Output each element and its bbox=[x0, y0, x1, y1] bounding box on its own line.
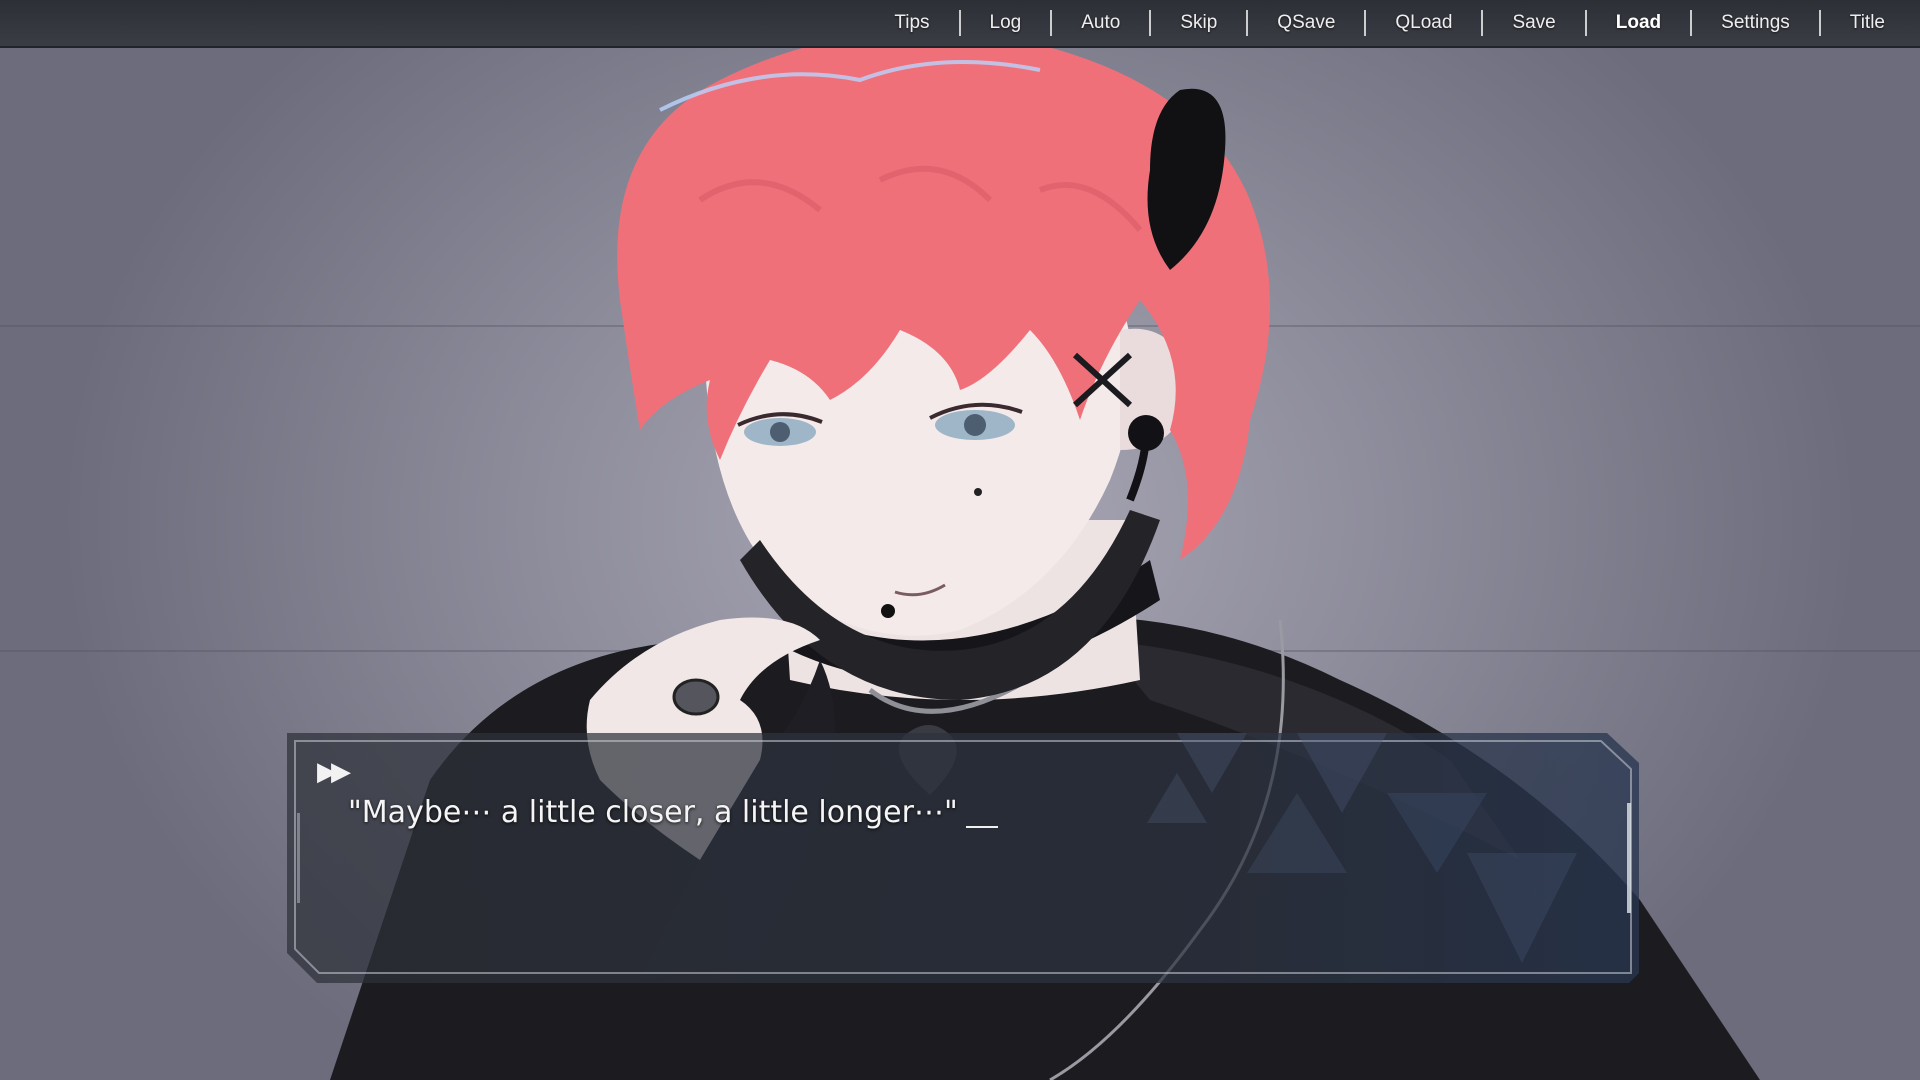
left-pupil bbox=[770, 422, 790, 442]
menu-divider bbox=[1690, 10, 1693, 36]
menu-qsave-button[interactable]: QSave bbox=[1248, 10, 1364, 36]
dialogue-text: "Maybe⋯ a little closer, a little longer… bbox=[348, 795, 958, 830]
frame-accent-left bbox=[297, 813, 300, 903]
right-pupil bbox=[964, 414, 986, 436]
dialogue-box[interactable]: ▶▶ "Maybe⋯ a little closer, a little lon… bbox=[287, 733, 1642, 983]
menu-load-button[interactable]: Load bbox=[1587, 10, 1690, 36]
menu-save-button[interactable]: Save bbox=[1483, 10, 1584, 36]
menu-divider bbox=[1149, 10, 1152, 36]
frame-accent-right bbox=[1627, 803, 1631, 913]
game-scene[interactable]: Tips Log Auto Skip QSave QLoad Save Load… bbox=[0, 0, 1920, 1080]
beauty-mark bbox=[974, 488, 982, 496]
menu-divider bbox=[1584, 10, 1587, 36]
menu-qload-button[interactable]: QLoad bbox=[1366, 10, 1481, 36]
menu-divider bbox=[1364, 10, 1367, 36]
menu-settings-button[interactable]: Settings bbox=[1692, 10, 1819, 36]
menu-divider bbox=[1050, 10, 1053, 36]
menu-divider bbox=[1818, 10, 1821, 36]
menu-divider bbox=[958, 10, 961, 36]
menu-title-button[interactable]: Title bbox=[1821, 10, 1914, 36]
menu-divider bbox=[1481, 10, 1484, 36]
menu-divider bbox=[1246, 10, 1249, 36]
dialogue-frame bbox=[287, 733, 1639, 983]
ring bbox=[672, 678, 720, 716]
menu-skip-button[interactable]: Skip bbox=[1151, 10, 1246, 36]
text-cursor-icon bbox=[965, 826, 998, 828]
menu-log-button[interactable]: Log bbox=[961, 10, 1051, 36]
quick-menu-bar: Tips Log Auto Skip QSave QLoad Save Load… bbox=[0, 0, 1920, 48]
fast-forward-icon[interactable]: ▶▶ bbox=[317, 758, 351, 786]
menu-tips-button[interactable]: Tips bbox=[865, 10, 958, 36]
menu-auto-button[interactable]: Auto bbox=[1052, 10, 1149, 36]
lip-piercing bbox=[881, 604, 895, 618]
dialogue-line: "Maybe⋯ a little closer, a little longer… bbox=[348, 795, 998, 830]
